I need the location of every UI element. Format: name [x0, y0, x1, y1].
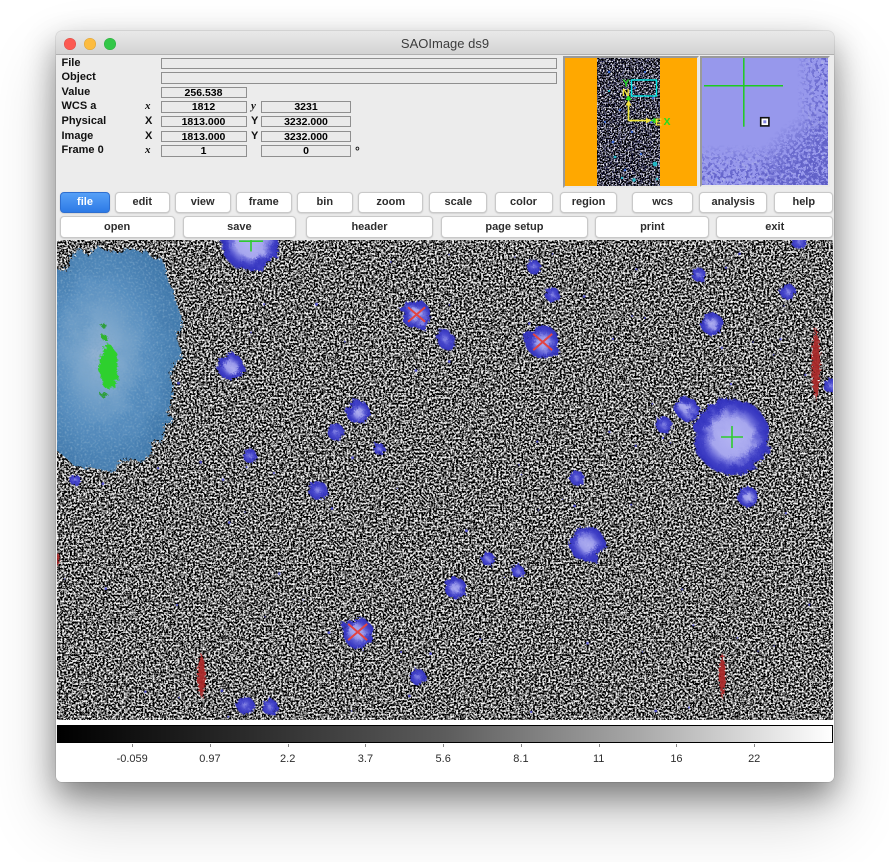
- svg-text:Y: Y: [623, 78, 630, 90]
- svg-text:E: E: [655, 117, 662, 129]
- svg-text:X: X: [664, 116, 671, 128]
